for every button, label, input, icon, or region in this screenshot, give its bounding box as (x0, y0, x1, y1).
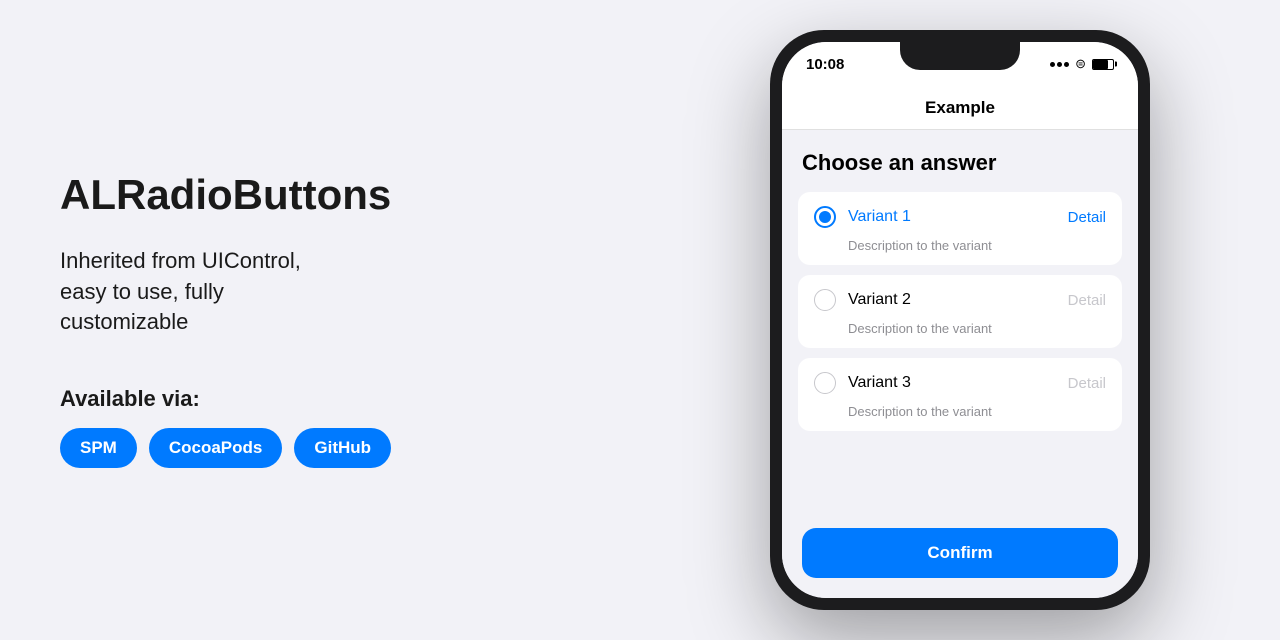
app-description: Inherited from UIControl,easy to use, fu… (60, 246, 660, 338)
dot3 (1064, 62, 1069, 67)
phone-screen: 10:08 ⊜ (782, 42, 1138, 598)
badge-cocoapods[interactable]: CocoaPods (149, 428, 283, 468)
wifi-icon: ⊜ (1075, 56, 1086, 72)
badge-spm[interactable]: SPM (60, 428, 137, 468)
radio-circle-variant3 (814, 372, 836, 394)
status-bar: 10:08 ⊜ (782, 42, 1138, 86)
radio-option-variant2[interactable]: Variant 2 Detail (798, 275, 1122, 321)
radio-option-variant3[interactable]: Variant 3 Detail (798, 358, 1122, 404)
detail-link-variant3[interactable]: Detail (1068, 375, 1106, 392)
radio-label-variant2: Variant 2 (848, 291, 1056, 309)
battery-fill (1093, 60, 1108, 69)
app-title: ALRadioButtons (60, 172, 660, 218)
right-panel: 10:08 ⊜ (700, 30, 1220, 610)
radio-desc-variant2: Description to the variant (798, 321, 1122, 348)
radio-card-variant2[interactable]: Variant 2 Detail Description to the vari… (798, 275, 1122, 348)
radio-desc-variant1: Description to the variant (798, 238, 1122, 265)
radio-desc-variant3: Description to the variant (798, 404, 1122, 431)
nav-title: Example (925, 98, 995, 118)
dot1 (1050, 62, 1055, 67)
battery-icon (1092, 59, 1114, 70)
status-icons: ⊜ (1050, 56, 1114, 72)
badges-container: SPM CocoaPods GitHub (60, 428, 660, 468)
confirm-button-wrap: Confirm (798, 520, 1122, 582)
available-label: Available via: (60, 386, 660, 412)
confirm-button[interactable]: Confirm (802, 528, 1118, 578)
detail-link-variant2[interactable]: Detail (1068, 292, 1106, 309)
radio-circle-variant2 (814, 289, 836, 311)
section-title: Choose an answer (798, 150, 1122, 176)
radio-circle-variant1 (814, 206, 836, 228)
content-area: Choose an answer Variant 1 Detail Descri… (782, 130, 1138, 598)
nav-bar: Example (782, 86, 1138, 130)
left-panel: ALRadioButtons Inherited from UIControl,… (60, 172, 700, 469)
radio-label-variant1: Variant 1 (848, 208, 1056, 226)
radio-option-variant1[interactable]: Variant 1 Detail (798, 192, 1122, 238)
phone-mockup: 10:08 ⊜ (770, 30, 1150, 610)
notch (900, 42, 1020, 70)
radio-label-variant3: Variant 3 (848, 374, 1056, 392)
detail-link-variant1[interactable]: Detail (1068, 209, 1106, 226)
signal-dots (1050, 62, 1069, 67)
radio-card-variant3[interactable]: Variant 3 Detail Description to the vari… (798, 358, 1122, 431)
radio-card-variant1[interactable]: Variant 1 Detail Description to the vari… (798, 192, 1122, 265)
dot2 (1057, 62, 1062, 67)
badge-github[interactable]: GitHub (294, 428, 391, 468)
page-container: ALRadioButtons Inherited from UIControl,… (0, 0, 1280, 640)
status-time: 10:08 (806, 56, 844, 73)
